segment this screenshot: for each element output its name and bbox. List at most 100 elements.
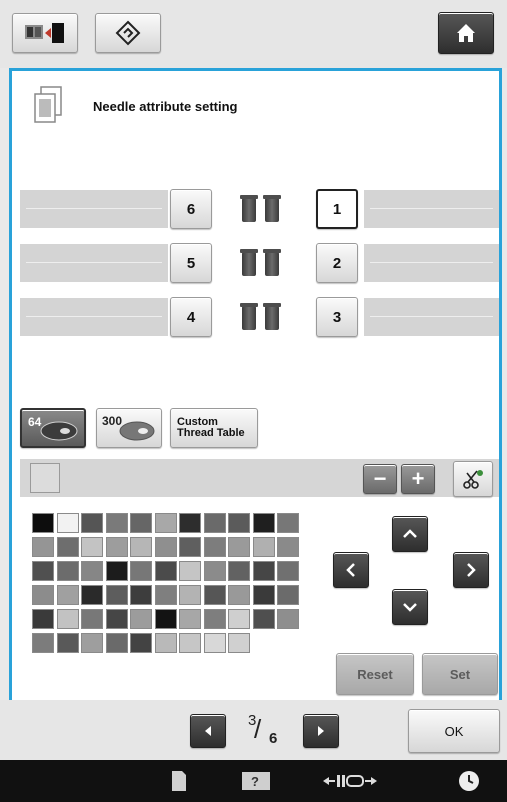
edit-diamond-icon [115,20,141,46]
color-swatch[interactable] [32,585,54,605]
color-swatch[interactable] [130,513,152,533]
color-swatch[interactable] [81,513,103,533]
thread-cutter-button[interactable] [453,461,493,497]
color-swatch[interactable] [203,537,226,557]
color-swatch[interactable] [203,513,226,533]
thread-table-300-button[interactable]: 300 [96,408,162,448]
color-swatch[interactable] [130,537,152,557]
color-swatch[interactable] [81,537,103,557]
reset-button[interactable]: Reset [336,653,414,695]
color-swatch[interactable] [56,561,79,581]
page-prev-button[interactable] [190,714,226,748]
color-swatch[interactable] [32,561,54,581]
clock-icon[interactable] [456,768,482,794]
color-swatch[interactable] [277,561,299,581]
color-swatch[interactable] [277,513,299,533]
arrow-right-button[interactable] [453,552,489,588]
color-swatch[interactable] [179,585,201,605]
color-swatch[interactable] [228,537,250,557]
color-swatch[interactable] [105,513,128,533]
help-icon[interactable]: ? [240,768,272,794]
color-swatch[interactable] [252,609,275,629]
color-swatch[interactable] [56,585,79,605]
needle-track-left-5 [20,244,168,282]
arrow-up-button[interactable] [392,516,428,552]
arrow-left-button[interactable] [333,552,369,588]
color-swatch[interactable] [179,633,201,653]
color-swatch[interactable] [81,585,103,605]
color-swatch[interactable] [154,561,177,581]
color-swatch[interactable] [81,633,103,653]
page-total: 6 [269,730,278,747]
color-swatch[interactable] [154,633,177,653]
color-swatch[interactable] [105,561,128,581]
color-swatch[interactable] [179,537,201,557]
color-swatch[interactable] [56,537,79,557]
color-swatch[interactable] [252,561,275,581]
needle-5-button[interactable]: 5 [170,243,212,283]
color-swatch[interactable] [203,585,226,605]
color-swatch[interactable] [81,561,103,581]
color-swatch[interactable] [130,585,152,605]
page-next-button[interactable] [303,714,339,748]
needle-2-button[interactable]: 2 [316,243,358,283]
minus-button[interactable]: − [363,464,397,494]
color-swatch[interactable] [105,609,128,629]
color-swatch[interactable] [154,513,177,533]
color-swatch[interactable] [277,537,299,557]
color-swatch[interactable] [203,609,226,629]
color-swatch[interactable] [252,537,275,557]
custom-thread-table-button[interactable]: Custom Thread Table [170,408,258,448]
spool-icon [263,249,281,276]
color-swatch[interactable] [32,513,54,533]
thread-table-64-button[interactable]: 64 [20,408,86,448]
color-swatch[interactable] [105,585,128,605]
color-swatch[interactable] [81,609,103,629]
color-swatch[interactable] [179,609,201,629]
color-swatch[interactable] [154,537,177,557]
arrow-down-button[interactable] [392,589,428,625]
needle-6-button[interactable]: 6 [170,189,212,229]
color-swatch[interactable] [203,633,226,653]
color-swatch[interactable] [154,585,177,605]
color-swatch[interactable] [56,513,79,533]
color-swatch[interactable] [203,561,226,581]
machine-mode-button[interactable] [12,13,78,53]
color-swatch[interactable] [228,513,250,533]
color-swatch[interactable] [56,609,79,629]
color-swatch[interactable] [105,633,128,653]
color-swatch[interactable] [130,609,152,629]
plus-button[interactable]: + [401,464,435,494]
ok-button[interactable]: OK [408,709,500,753]
color-swatch[interactable] [252,513,275,533]
color-swatch[interactable] [277,585,299,605]
needle-track-right-2 [364,244,499,282]
color-swatch[interactable] [56,633,79,653]
chevron-left-icon [346,563,355,577]
needle-4-button[interactable]: 4 [170,297,212,337]
color-swatch[interactable] [130,633,152,653]
color-swatch[interactable] [179,513,201,533]
document-icon[interactable] [166,768,192,794]
needle-3-button[interactable]: 3 [316,297,358,337]
layout-edit-button[interactable] [95,13,161,53]
home-button[interactable] [438,12,494,54]
color-swatch[interactable] [32,633,54,653]
set-button[interactable]: Set [422,653,498,695]
color-swatch[interactable] [228,561,250,581]
needle-1-button[interactable]: 1 [316,189,358,229]
color-swatch[interactable] [252,585,275,605]
color-swatch[interactable] [105,537,128,557]
needle-track-left-4 [20,298,168,336]
color-swatch[interactable] [228,633,250,653]
color-swatch[interactable] [277,609,299,629]
color-swatch[interactable] [228,585,250,605]
frame-move-icon[interactable] [320,768,380,794]
color-swatch[interactable] [130,561,152,581]
triangle-right-icon [318,726,324,736]
color-swatch[interactable] [179,561,201,581]
color-swatch[interactable] [32,609,54,629]
color-swatch[interactable] [32,537,54,557]
color-swatch[interactable] [154,609,177,629]
color-swatch[interactable] [228,609,250,629]
